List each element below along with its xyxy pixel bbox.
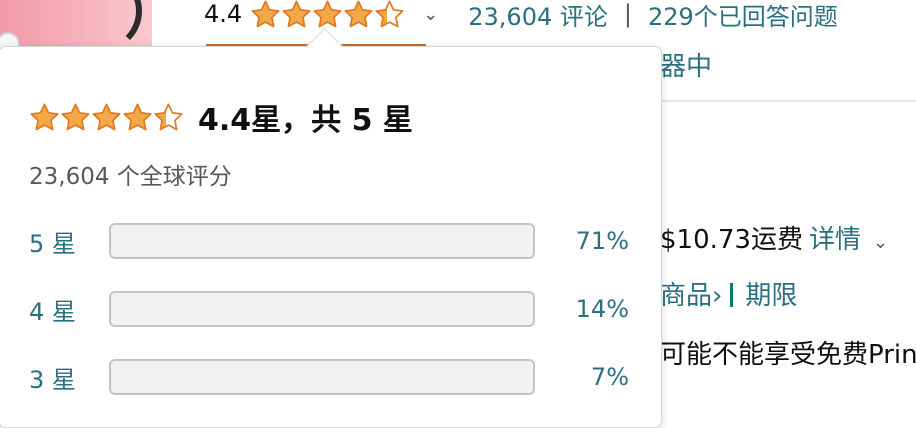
popover-header: 4.4星，共 5 星 xyxy=(29,95,413,139)
star-icon xyxy=(344,0,373,27)
answered-questions-link[interactable]: 229个已回答问题 xyxy=(648,0,838,32)
rating-summary-row: 4.4 ⌄ 23,604 评论 | 229个已回答问题 xyxy=(204,0,838,31)
star-icon xyxy=(251,0,280,27)
star-rating-icon[interactable] xyxy=(250,0,405,30)
star-icon xyxy=(375,0,404,27)
star-icon xyxy=(92,102,121,130)
histogram-percent[interactable]: 7% xyxy=(539,363,629,391)
histogram-fill xyxy=(111,293,171,325)
goods-link[interactable]: 商品› xyxy=(660,281,722,311)
histogram-percent[interactable]: 71% xyxy=(539,227,629,255)
histogram-row-4[interactable]: 4 星 14% xyxy=(29,289,629,329)
divider xyxy=(660,100,916,102)
shipping-cost: $10.73运费 xyxy=(660,225,803,255)
star-icon xyxy=(313,0,342,27)
star-icon xyxy=(282,0,311,27)
product-image-detail xyxy=(60,0,142,52)
goods-links: 商品› 期限 xyxy=(660,275,797,312)
histogram-bar[interactable] xyxy=(109,223,535,259)
divider xyxy=(730,283,734,307)
popover-title: 4.4星，共 5 星 xyxy=(198,103,413,138)
reviews-link[interactable]: 23,604 评论 xyxy=(468,0,608,32)
shipping-details-link[interactable]: 详情 xyxy=(809,225,861,255)
rating-value: 4.4 xyxy=(204,0,243,28)
histogram-label[interactable]: 5 星 xyxy=(29,224,109,259)
histogram-bar[interactable] xyxy=(109,291,535,327)
histogram-label[interactable]: 4 星 xyxy=(29,292,109,327)
global-ratings-count: 23,604 个全球评分 xyxy=(29,164,232,190)
star-icon xyxy=(154,102,183,130)
star-icon xyxy=(30,102,59,130)
period-link[interactable]: 期限 xyxy=(745,281,797,311)
prime-eligibility-text: 可能不能享受免费Prin xyxy=(660,340,916,370)
background-link-fragment[interactable]: 器中 xyxy=(660,46,712,83)
histogram-fill xyxy=(111,225,411,257)
chevron-down-icon[interactable]: ⌄ xyxy=(873,232,888,253)
histogram-percent[interactable]: 14% xyxy=(539,295,629,323)
chevron-down-icon[interactable]: ⌄ xyxy=(423,4,438,25)
histogram-row-5[interactable]: 5 星 71% xyxy=(29,221,629,261)
star-icon xyxy=(61,102,90,130)
histogram-row-3[interactable]: 3 星 7% xyxy=(29,357,629,397)
rating-popover: 4.4星，共 5 星 23,604 个全球评分 5 星 71% 4 星 14% … xyxy=(0,46,662,428)
separator: | xyxy=(623,0,632,28)
histogram-label[interactable]: 3 星 xyxy=(29,360,109,395)
star-icon xyxy=(123,102,152,130)
histogram-bar[interactable] xyxy=(109,359,535,395)
histogram-fill xyxy=(111,361,141,393)
star-rating-icon xyxy=(29,102,184,133)
shipping-info: $10.73运费 详情 ⌄ xyxy=(660,219,888,256)
